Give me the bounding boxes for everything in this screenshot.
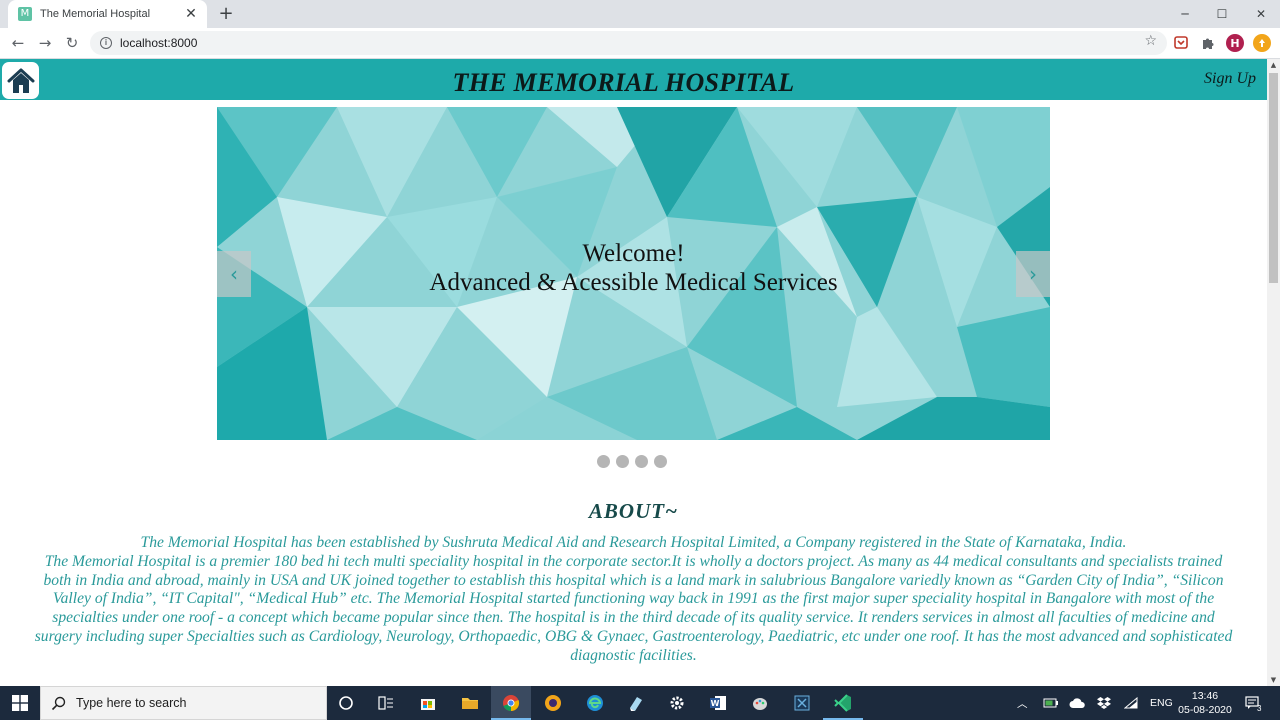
search-icon	[51, 696, 66, 710]
maximize-button[interactable]: ☐	[1203, 0, 1241, 28]
site-header: THE MEMORIAL HOSPITAL Sign Up	[0, 59, 1267, 100]
info-icon[interactable]: i	[100, 37, 112, 49]
wifi-icon[interactable]	[1124, 686, 1138, 720]
carousel-caption: Welcome! Advanced & Acessible Medical Se…	[217, 239, 1050, 297]
carousel-indicators	[597, 455, 667, 468]
windows-taskbar: Type here to search W ︿ ENG 13:46 05-08-…	[0, 686, 1280, 720]
address-bar[interactable]: i localhost:8000 ☆	[90, 31, 1167, 55]
about-body: The Memorial Hospital has been establish…	[30, 534, 1237, 666]
notepad-icon[interactable]	[624, 691, 648, 715]
chrome-icon[interactable]	[499, 691, 523, 715]
clock-date: 05-08-2020	[1178, 704, 1232, 716]
update-icon[interactable]	[1253, 34, 1271, 52]
tab-close-icon[interactable]: ✕	[183, 6, 199, 22]
browser-tab[interactable]: M The Memorial Hospital ✕	[8, 0, 207, 28]
start-button[interactable]	[0, 686, 40, 720]
favicon-icon: M	[18, 7, 32, 21]
about-line-1: The Memorial Hospital has been establish…	[140, 534, 1127, 551]
web-page: THE MEMORIAL HOSPITAL Sign Up Welcome! A…	[0, 59, 1267, 686]
close-window-button[interactable]: ✕	[1242, 0, 1280, 28]
url-text: localhost:8000	[120, 36, 198, 50]
battery-icon[interactable]	[1043, 686, 1059, 720]
reload-button[interactable]: ↻	[61, 32, 83, 54]
action-center-icon[interactable]: 3	[1245, 686, 1261, 720]
dropbox-icon[interactable]	[1097, 686, 1111, 720]
onedrive-cloud-icon[interactable]	[1069, 686, 1087, 720]
browser-toolbar: ← → ↻ i localhost:8000 ☆ H	[0, 28, 1280, 59]
bookmark-star-icon[interactable]: ☆	[1144, 33, 1157, 49]
tab-title: The Memorial Hospital	[40, 8, 151, 20]
paint-icon[interactable]	[748, 691, 772, 715]
profile-avatar[interactable]: H	[1226, 34, 1244, 52]
scroll-thumb[interactable]	[1269, 73, 1278, 283]
pocket-extension-icon[interactable]	[1172, 34, 1190, 52]
taskbar-search-box[interactable]: Type here to search	[40, 686, 327, 720]
language-indicator[interactable]: ENG	[1150, 686, 1173, 720]
snipping-tool-icon[interactable]	[790, 691, 814, 715]
carousel-dot-2[interactable]	[616, 455, 629, 468]
edge-icon[interactable]	[583, 691, 607, 715]
browser-tab-strip: M The Memorial Hospital ✕ + ─ ☐ ✕	[0, 0, 1280, 28]
signup-link[interactable]: Sign Up	[1204, 70, 1256, 88]
new-tab-button[interactable]: +	[215, 3, 237, 25]
search-placeholder: Type here to search	[76, 696, 187, 710]
svg-text:W: W	[711, 699, 720, 708]
extensions-puzzle-icon[interactable]	[1199, 34, 1217, 52]
system-clock[interactable]: 13:46 05-08-2020	[1176, 689, 1234, 717]
about-heading: ABOUT~	[588, 499, 679, 523]
forward-button[interactable]: →	[34, 32, 56, 54]
clock-time: 13:46	[1191, 690, 1219, 702]
vscode-icon[interactable]	[831, 691, 855, 715]
about-paragraph: The Memorial Hospital is a premier 180 b…	[34, 552, 1233, 664]
app-orange-icon[interactable]	[541, 691, 565, 715]
scroll-down-arrow-icon[interactable]: ▼	[1267, 674, 1280, 686]
carousel-next-button[interactable]: ›	[1016, 251, 1050, 297]
task-view-icon[interactable]	[374, 691, 398, 715]
carousel-prev-button[interactable]: ‹	[217, 251, 251, 297]
carousel-dot-3[interactable]	[635, 455, 648, 468]
carousel-dot-1[interactable]	[597, 455, 610, 468]
windows-logo-icon	[12, 695, 28, 711]
show-hidden-icons-chevron-icon[interactable]: ︿	[1017, 686, 1028, 720]
back-button[interactable]: ←	[7, 32, 29, 54]
file-explorer-icon[interactable]	[458, 691, 482, 715]
carousel-dot-4[interactable]	[654, 455, 667, 468]
caption-welcome: Welcome!	[582, 240, 685, 267]
word-icon[interactable]: W	[706, 691, 730, 715]
minimize-button[interactable]: ─	[1166, 0, 1204, 28]
cortana-icon[interactable]	[334, 691, 358, 715]
site-title: THE MEMORIAL HOSPITAL	[452, 68, 795, 97]
store-icon[interactable]	[416, 691, 440, 715]
page-scrollbar[interactable]: ▲ ▼	[1267, 59, 1280, 686]
hero-carousel: Welcome! Advanced & Acessible Medical Se…	[217, 107, 1050, 440]
caption-tagline: Advanced & Acessible Medical Services	[429, 269, 838, 296]
settings-gear-icon[interactable]	[665, 691, 689, 715]
notification-badge: 3	[1257, 703, 1262, 713]
scroll-up-arrow-icon[interactable]: ▲	[1267, 59, 1280, 71]
